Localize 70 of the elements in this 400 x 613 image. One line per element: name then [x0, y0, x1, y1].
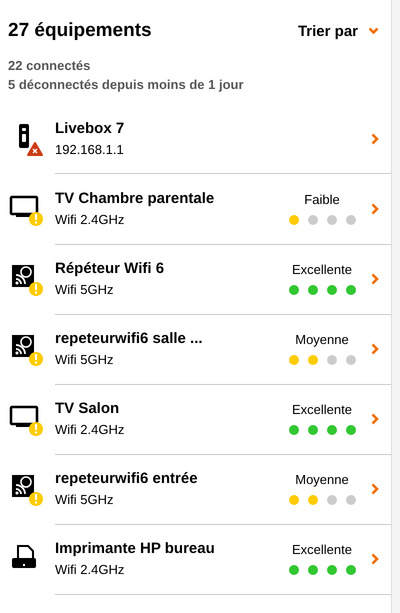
- signal-dot: [288, 495, 298, 505]
- device-name: repeteurwifi6 salle ...: [55, 330, 204, 347]
- signal-dot: [308, 425, 318, 435]
- signal-dot: [346, 495, 356, 505]
- device-detail: Wifi 5GHz: [55, 492, 114, 507]
- signal-label: Excellente: [292, 262, 352, 277]
- repeater-icon: [12, 265, 34, 287]
- chevron-icon: [371, 552, 379, 564]
- signal-dot: [346, 565, 356, 575]
- chevron-icon: [371, 132, 379, 144]
- signal-dot: [308, 495, 318, 505]
- signal-dot: [288, 355, 298, 365]
- chevron-icon: [371, 202, 379, 214]
- device-row[interactable]: Répéteur Wifi 6 Wifi 5GHz Excellente: [8, 244, 391, 314]
- device-row[interactable]: TV Salon Wifi 2.4GHz Excellente: [8, 384, 391, 454]
- signal-dot: [326, 215, 336, 225]
- summary-text: 22 connectés: [8, 58, 92, 73]
- caret-icon: [368, 27, 379, 35]
- device-detail: Wifi 5GHz: [55, 282, 114, 297]
- signal-dot: [346, 215, 356, 225]
- signal-dot: [326, 355, 336, 365]
- signal-dot: [308, 565, 318, 575]
- signal-dot: [308, 355, 318, 365]
- chevron-icon: [371, 272, 379, 284]
- signal-dot: [288, 285, 298, 295]
- tv-icon: [10, 406, 38, 427]
- signal-dot: [346, 355, 356, 365]
- signal-label: Moyenne: [295, 332, 349, 347]
- device-row[interactable]: Livebox 7 192.168.1.1: [8, 104, 391, 174]
- signal-dot: [288, 565, 298, 575]
- chevron-icon: [371, 412, 379, 424]
- sort-button[interactable]: Trier par: [298, 22, 379, 40]
- device-row[interactable]: Imprimante HP bureau Wifi 2.4GHz Excellente: [8, 524, 391, 594]
- signal-label: Moyenne: [295, 472, 349, 487]
- device-detail: Wifi 5GHz: [55, 352, 114, 367]
- repeater-icon: [12, 475, 34, 497]
- chevron-icon: [371, 482, 379, 494]
- repeater-icon: [12, 335, 34, 357]
- device-name: repeteurwifi6 entrée: [55, 470, 199, 487]
- chevron-icon: [371, 342, 379, 354]
- device-row[interactable]: repeteurwifi6 salle ... Wifi 5GHz Moyenne: [8, 314, 391, 384]
- device-row[interactable]: TV Chambre parentale Wifi 2.4GHz Faible: [8, 174, 391, 244]
- signal-dot: [288, 425, 298, 435]
- signal-dot: [326, 565, 336, 575]
- device-name: Répéteur Wifi 6: [55, 260, 166, 277]
- signal-dot: [326, 285, 336, 295]
- device-detail: Wifi 2.4GHz: [55, 422, 126, 437]
- signal-label: Excellente: [292, 402, 352, 417]
- box-icon: [19, 124, 29, 148]
- signal-dot: [308, 215, 318, 225]
- device-name: Imprimante HP bureau: [55, 540, 216, 557]
- device-name: TV Salon: [55, 400, 120, 417]
- signal-dot: [326, 425, 336, 435]
- signal-label: Excellente: [292, 542, 352, 557]
- signal-dot: [346, 285, 356, 295]
- signal-dot: [346, 425, 356, 435]
- signal-dot: [288, 215, 298, 225]
- tv-icon: [10, 196, 38, 217]
- device-name: TV Chambre parentale: [55, 190, 216, 207]
- signal-dot: [308, 285, 318, 295]
- device-name: Livebox 7: [55, 120, 126, 137]
- signal-label: Faible: [304, 192, 340, 207]
- printer-icon: [12, 545, 36, 568]
- device-detail: 192.168.1.1: [55, 142, 125, 157]
- device-detail: Wifi 2.4GHz: [55, 212, 126, 227]
- device-detail: Wifi 2.4GHz: [55, 562, 126, 577]
- page-title: 27 équipements: [8, 20, 152, 42]
- summary-text: 5 déconnectés depuis moins de 1 jour: [8, 77, 245, 92]
- device-row[interactable]: repeteurwifi6 entrée Wifi 5GHz Moyenne: [8, 454, 391, 524]
- signal-dot: [326, 495, 336, 505]
